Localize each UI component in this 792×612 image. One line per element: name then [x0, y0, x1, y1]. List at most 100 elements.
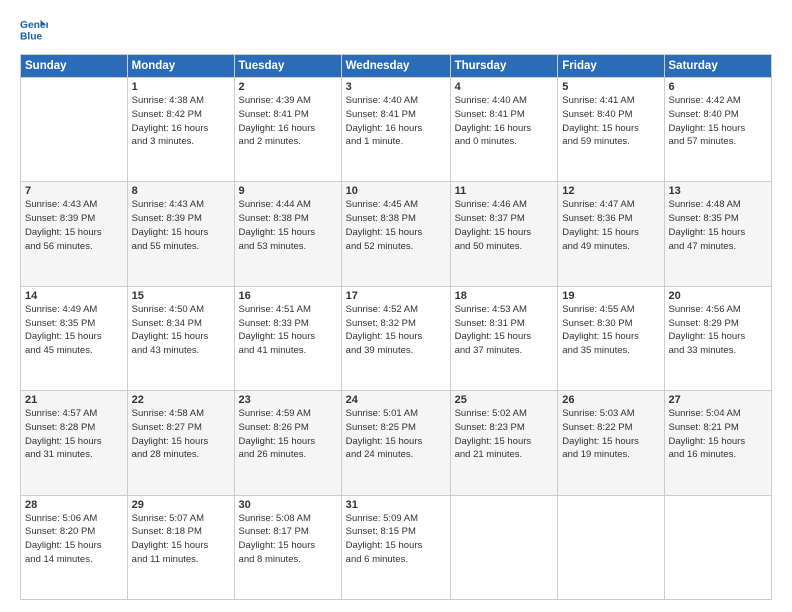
day-info: Sunrise: 4:40 AMSunset: 8:41 PMDaylight:… [455, 94, 554, 149]
day-number: 6 [669, 81, 768, 93]
day-info: Sunrise: 5:09 AMSunset: 8:15 PMDaylight:… [346, 512, 446, 567]
calendar-body: 1Sunrise: 4:38 AMSunset: 8:42 PMDaylight… [21, 78, 772, 600]
calendar-cell: 10Sunrise: 4:45 AMSunset: 8:38 PMDayligh… [341, 182, 450, 286]
day-number: 31 [346, 499, 446, 511]
header-row: SundayMondayTuesdayWednesdayThursdayFrid… [21, 55, 772, 78]
day-info: Sunrise: 4:56 AMSunset: 8:29 PMDaylight:… [669, 303, 768, 358]
calendar-cell: 3Sunrise: 4:40 AMSunset: 8:41 PMDaylight… [341, 78, 450, 182]
day-info: Sunrise: 5:04 AMSunset: 8:21 PMDaylight:… [669, 407, 768, 462]
day-number: 10 [346, 185, 446, 197]
day-info: Sunrise: 4:52 AMSunset: 8:32 PMDaylight:… [346, 303, 446, 358]
header-day: Tuesday [234, 55, 341, 78]
header-day: Friday [558, 55, 664, 78]
day-number: 27 [669, 394, 768, 406]
day-number: 13 [669, 185, 768, 197]
calendar-cell: 17Sunrise: 4:52 AMSunset: 8:32 PMDayligh… [341, 286, 450, 390]
calendar-cell: 4Sunrise: 4:40 AMSunset: 8:41 PMDaylight… [450, 78, 558, 182]
day-info: Sunrise: 4:38 AMSunset: 8:42 PMDaylight:… [132, 94, 230, 149]
calendar-cell: 21Sunrise: 4:57 AMSunset: 8:28 PMDayligh… [21, 391, 128, 495]
header-day: Saturday [664, 55, 772, 78]
header: General Blue [20, 16, 772, 44]
day-info: Sunrise: 5:02 AMSunset: 8:23 PMDaylight:… [455, 407, 554, 462]
day-number: 24 [346, 394, 446, 406]
day-number: 16 [239, 290, 337, 302]
calendar-cell: 5Sunrise: 4:41 AMSunset: 8:40 PMDaylight… [558, 78, 664, 182]
day-info: Sunrise: 4:57 AMSunset: 8:28 PMDaylight:… [25, 407, 123, 462]
calendar-cell: 11Sunrise: 4:46 AMSunset: 8:37 PMDayligh… [450, 182, 558, 286]
calendar-cell: 9Sunrise: 4:44 AMSunset: 8:38 PMDaylight… [234, 182, 341, 286]
day-number: 28 [25, 499, 123, 511]
calendar-cell [450, 495, 558, 599]
calendar-cell: 19Sunrise: 4:55 AMSunset: 8:30 PMDayligh… [558, 286, 664, 390]
svg-text:Blue: Blue [20, 31, 43, 42]
calendar-week-row: 28Sunrise: 5:06 AMSunset: 8:20 PMDayligh… [21, 495, 772, 599]
calendar-cell [664, 495, 772, 599]
header-day: Sunday [21, 55, 128, 78]
calendar-week-row: 14Sunrise: 4:49 AMSunset: 8:35 PMDayligh… [21, 286, 772, 390]
header-day: Thursday [450, 55, 558, 78]
day-number: 30 [239, 499, 337, 511]
day-number: 26 [562, 394, 659, 406]
calendar-cell: 16Sunrise: 4:51 AMSunset: 8:33 PMDayligh… [234, 286, 341, 390]
calendar-header: SundayMondayTuesdayWednesdayThursdayFrid… [21, 55, 772, 78]
header-day: Monday [127, 55, 234, 78]
calendar-cell: 6Sunrise: 4:42 AMSunset: 8:40 PMDaylight… [664, 78, 772, 182]
day-info: Sunrise: 4:46 AMSunset: 8:37 PMDaylight:… [455, 198, 554, 253]
day-info: Sunrise: 5:03 AMSunset: 8:22 PMDaylight:… [562, 407, 659, 462]
calendar-cell: 30Sunrise: 5:08 AMSunset: 8:17 PMDayligh… [234, 495, 341, 599]
day-number: 3 [346, 81, 446, 93]
day-number: 19 [562, 290, 659, 302]
day-number: 5 [562, 81, 659, 93]
day-number: 22 [132, 394, 230, 406]
day-info: Sunrise: 4:51 AMSunset: 8:33 PMDaylight:… [239, 303, 337, 358]
day-number: 18 [455, 290, 554, 302]
calendar-cell: 28Sunrise: 5:06 AMSunset: 8:20 PMDayligh… [21, 495, 128, 599]
day-info: Sunrise: 4:49 AMSunset: 8:35 PMDaylight:… [25, 303, 123, 358]
calendar-cell: 20Sunrise: 4:56 AMSunset: 8:29 PMDayligh… [664, 286, 772, 390]
calendar-cell: 2Sunrise: 4:39 AMSunset: 8:41 PMDaylight… [234, 78, 341, 182]
day-info: Sunrise: 5:01 AMSunset: 8:25 PMDaylight:… [346, 407, 446, 462]
day-number: 23 [239, 394, 337, 406]
day-number: 1 [132, 81, 230, 93]
calendar-cell: 25Sunrise: 5:02 AMSunset: 8:23 PMDayligh… [450, 391, 558, 495]
calendar-cell: 13Sunrise: 4:48 AMSunset: 8:35 PMDayligh… [664, 182, 772, 286]
day-info: Sunrise: 4:40 AMSunset: 8:41 PMDaylight:… [346, 94, 446, 149]
day-number: 2 [239, 81, 337, 93]
day-info: Sunrise: 4:47 AMSunset: 8:36 PMDaylight:… [562, 198, 659, 253]
calendar-cell: 22Sunrise: 4:58 AMSunset: 8:27 PMDayligh… [127, 391, 234, 495]
day-number: 12 [562, 185, 659, 197]
day-info: Sunrise: 4:53 AMSunset: 8:31 PMDaylight:… [455, 303, 554, 358]
calendar-cell: 29Sunrise: 5:07 AMSunset: 8:18 PMDayligh… [127, 495, 234, 599]
day-info: Sunrise: 5:07 AMSunset: 8:18 PMDaylight:… [132, 512, 230, 567]
day-info: Sunrise: 4:41 AMSunset: 8:40 PMDaylight:… [562, 94, 659, 149]
calendar-cell: 31Sunrise: 5:09 AMSunset: 8:15 PMDayligh… [341, 495, 450, 599]
day-info: Sunrise: 5:06 AMSunset: 8:20 PMDaylight:… [25, 512, 123, 567]
day-info: Sunrise: 4:44 AMSunset: 8:38 PMDaylight:… [239, 198, 337, 253]
calendar-cell [558, 495, 664, 599]
calendar-cell: 27Sunrise: 5:04 AMSunset: 8:21 PMDayligh… [664, 391, 772, 495]
calendar-week-row: 1Sunrise: 4:38 AMSunset: 8:42 PMDaylight… [21, 78, 772, 182]
calendar-cell: 14Sunrise: 4:49 AMSunset: 8:35 PMDayligh… [21, 286, 128, 390]
day-number: 15 [132, 290, 230, 302]
calendar-cell: 1Sunrise: 4:38 AMSunset: 8:42 PMDaylight… [127, 78, 234, 182]
calendar-cell: 23Sunrise: 4:59 AMSunset: 8:26 PMDayligh… [234, 391, 341, 495]
day-number: 25 [455, 394, 554, 406]
calendar-cell: 15Sunrise: 4:50 AMSunset: 8:34 PMDayligh… [127, 286, 234, 390]
day-number: 29 [132, 499, 230, 511]
day-number: 9 [239, 185, 337, 197]
header-day: Wednesday [341, 55, 450, 78]
day-info: Sunrise: 4:58 AMSunset: 8:27 PMDaylight:… [132, 407, 230, 462]
calendar-cell [21, 78, 128, 182]
day-info: Sunrise: 4:50 AMSunset: 8:34 PMDaylight:… [132, 303, 230, 358]
calendar-cell: 7Sunrise: 4:43 AMSunset: 8:39 PMDaylight… [21, 182, 128, 286]
svg-text:General: General [20, 20, 48, 31]
day-info: Sunrise: 4:55 AMSunset: 8:30 PMDaylight:… [562, 303, 659, 358]
page: General Blue SundayMondayTuesdayWednesda… [0, 0, 792, 612]
calendar-cell: 18Sunrise: 4:53 AMSunset: 8:31 PMDayligh… [450, 286, 558, 390]
day-number: 8 [132, 185, 230, 197]
day-number: 21 [25, 394, 123, 406]
calendar-week-row: 21Sunrise: 4:57 AMSunset: 8:28 PMDayligh… [21, 391, 772, 495]
day-number: 20 [669, 290, 768, 302]
calendar-week-row: 7Sunrise: 4:43 AMSunset: 8:39 PMDaylight… [21, 182, 772, 286]
day-number: 14 [25, 290, 123, 302]
